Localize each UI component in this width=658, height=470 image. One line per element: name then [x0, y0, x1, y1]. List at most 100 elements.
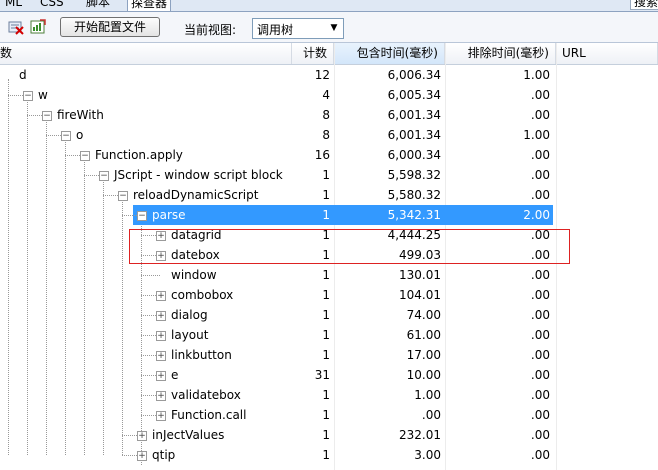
table-row[interactable]: + Function.call 1 .00 .00	[0, 405, 658, 425]
view-select[interactable]: 调用树 ▼	[252, 18, 344, 39]
expand-icon[interactable]: +	[156, 291, 166, 301]
clear-icon[interactable]	[8, 19, 24, 35]
table-row[interactable]: − reloadDynamicScript 1 5,580.32 .00	[0, 185, 658, 205]
exclusive-time-cell: .00	[530, 388, 550, 402]
function-name: layout	[171, 328, 209, 342]
collapse-icon[interactable]: −	[42, 111, 52, 121]
function-name: JScript - window script block	[114, 168, 283, 182]
function-name: Function.apply	[95, 148, 183, 162]
exclusive-time-cell: .00	[530, 268, 550, 282]
function-name: validatebox	[171, 388, 241, 402]
count-cell: 4	[322, 88, 330, 102]
exclusive-time-cell: .00	[530, 288, 550, 302]
table-row[interactable]: + qtip 1 3.00 .00	[0, 445, 658, 465]
collapse-icon[interactable]: −	[23, 91, 33, 101]
inclusive-time-cell: 5,598.32	[387, 168, 441, 182]
tab-profiler[interactable]: 探查器	[127, 0, 172, 11]
exclusive-time-cell: .00	[530, 368, 550, 382]
exclusive-time-cell: .00	[530, 188, 550, 202]
count-cell: 1	[322, 408, 330, 422]
column-count[interactable]: 计数	[292, 43, 334, 64]
inclusive-time-cell: 6,006.34	[387, 68, 441, 82]
count-cell: 1	[322, 308, 330, 322]
collapse-icon[interactable]: −	[61, 131, 71, 141]
inclusive-time-cell: 17.00	[406, 348, 441, 362]
table-row[interactable]: + validatebox 1 1.00 .00	[0, 385, 658, 405]
count-cell: 1	[322, 268, 330, 282]
count-cell: 1	[322, 168, 330, 182]
table-row[interactable]: − JScript - window script block 1 5,598.32.…	[0, 165, 658, 185]
table-row[interactable]: + dialog 1 74.00 .00	[0, 305, 658, 325]
expand-icon[interactable]: +	[137, 451, 147, 461]
table-row[interactable]: − o 8 6,001.34 1.00	[0, 125, 658, 145]
table-row[interactable]: + linkbutton 1 17.00 .00	[0, 345, 658, 365]
count-cell: 12	[314, 68, 330, 82]
inclusive-time-cell: 3.00	[414, 448, 441, 462]
inclusive-time-cell: 6,000.34	[387, 148, 441, 162]
table-row[interactable]: − Function.apply 16 6,000.34 .00	[0, 145, 658, 165]
highlight-box	[129, 229, 570, 264]
column-inclusive-time[interactable]: 包含时间(毫秒)	[334, 43, 445, 64]
count-cell: 1	[322, 348, 330, 362]
function-name: parse	[152, 208, 186, 222]
function-name: Function.call	[171, 408, 247, 422]
exclusive-time-cell: .00	[530, 88, 550, 102]
exclusive-time-cell: .00	[530, 428, 550, 442]
tree-guide-line	[141, 275, 160, 276]
table-row[interactable]: + e 31 10.00 .00	[0, 365, 658, 385]
table-row[interactable]: + inJectValues 1 232.01 .00	[0, 425, 658, 445]
search-input[interactable]: 搜索	[630, 0, 658, 10]
count-cell: 8	[322, 108, 330, 122]
table-row[interactable]: + layout 1 61.00 .00	[0, 325, 658, 345]
chevron-down-icon: ▼	[330, 23, 338, 33]
count-cell: 1	[322, 448, 330, 462]
function-name: w	[38, 88, 48, 102]
inclusive-time-cell: 1.00	[414, 388, 441, 402]
tab-script[interactable]: 脚本	[83, 0, 113, 10]
expand-icon[interactable]: +	[156, 351, 166, 361]
collapse-icon[interactable]: −	[80, 151, 90, 161]
function-name: o	[76, 128, 84, 142]
table-row[interactable]: window 1 130.01 .00	[0, 265, 658, 285]
inclusive-time-cell: 6,005.34	[387, 88, 441, 102]
table-row[interactable]: − parse 1 5,342.31 2.00	[0, 205, 658, 225]
expand-icon[interactable]: +	[156, 411, 166, 421]
table-row[interactable]: + combobox 1 104.01 .00	[0, 285, 658, 305]
count-cell: 1	[322, 288, 330, 302]
function-name: dialog	[171, 308, 208, 322]
table-row[interactable]: − w 4 6,005.34 .00	[0, 85, 658, 105]
expand-icon[interactable]: +	[156, 391, 166, 401]
inclusive-time-cell: 232.01	[399, 428, 441, 442]
column-exclusive-time[interactable]: 排除时间(毫秒)	[445, 43, 556, 64]
collapse-icon[interactable]: −	[137, 211, 147, 221]
expand-icon[interactable]: +	[137, 431, 147, 441]
collapse-icon[interactable]: −	[118, 191, 128, 201]
expand-icon[interactable]: +	[156, 371, 166, 381]
count-cell: 16	[314, 148, 330, 162]
exclusive-time-cell: .00	[530, 148, 550, 162]
expand-icon[interactable]: +	[156, 331, 166, 341]
start-profiling-button[interactable]: 开始配置文件	[60, 17, 160, 37]
function-name: combobox	[171, 288, 234, 302]
column-function[interactable]: 数	[0, 43, 292, 64]
inclusive-time-cell: .00	[421, 408, 441, 422]
count-cell: 31	[314, 368, 330, 382]
function-name: e	[171, 368, 179, 382]
column-url[interactable]: URL	[556, 43, 658, 64]
table-row[interactable]: d 12 6,006.34 1.00	[0, 65, 658, 85]
inclusive-time-cell: 61.00	[406, 328, 441, 342]
exclusive-time-cell: .00	[530, 308, 550, 322]
tab-html[interactable]: ML	[2, 0, 25, 10]
exclusive-time-cell: 1.00	[523, 68, 550, 82]
export-icon[interactable]	[30, 19, 46, 35]
inclusive-time-cell: 5,342.31	[387, 208, 441, 222]
expand-icon[interactable]: +	[156, 311, 166, 321]
view-select-value: 调用树	[257, 23, 294, 37]
inclusive-time-cell: 6,001.34	[387, 108, 441, 122]
tab-css[interactable]: CSS	[37, 0, 67, 10]
table-row[interactable]: − fireWith 8 6,001.34 .00	[0, 105, 658, 125]
count-cell: 1	[322, 388, 330, 402]
count-cell: 1	[322, 328, 330, 342]
tab-strip: ML CSS 脚本 探查器 搜索	[0, 0, 658, 12]
collapse-icon[interactable]: −	[99, 171, 109, 181]
